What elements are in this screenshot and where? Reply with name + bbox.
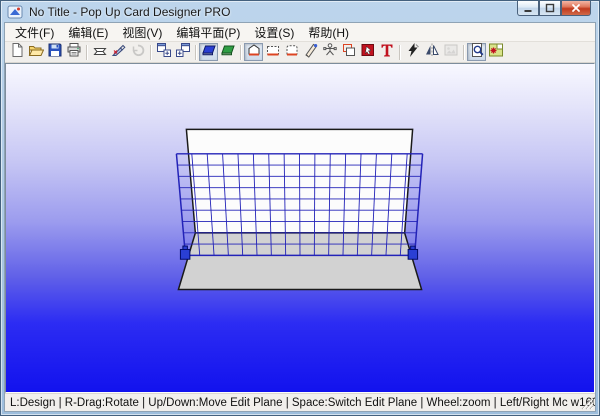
tile-window-a-icon [156, 42, 172, 63]
print-icon [66, 42, 82, 63]
toolbar-button-print[interactable] [64, 42, 83, 63]
open-folder-icon [28, 42, 44, 63]
menu-item-help[interactable]: 帮助(H) [301, 23, 356, 42]
toolbar-separator [463, 44, 464, 60]
pen-tool-icon [303, 42, 319, 63]
toolbar-button-arch-select[interactable] [282, 43, 301, 61]
toolbar-button-tile-window-a[interactable] [154, 42, 173, 63]
titlebar: No Title - Pop Up Card Designer PRO [1, 1, 599, 22]
design-canvas[interactable] [5, 63, 595, 393]
status-text: L:Design | R-Drag:Rotate | Up/Down:Move … [10, 396, 595, 409]
tile-window-b-icon [175, 42, 191, 63]
close-icon [572, 4, 580, 12]
toolbar-button-delete-region[interactable] [358, 43, 377, 61]
toolbar-button-text-tool[interactable] [377, 43, 396, 61]
new-document-icon [9, 42, 25, 63]
toolbar-button-quick-cut[interactable] [403, 42, 422, 63]
toolbar-button-cut-fold[interactable] [109, 43, 128, 61]
toolbar-button-arrange-order[interactable] [339, 43, 358, 61]
texture-icon [488, 42, 504, 63]
minimize-button[interactable] [517, 1, 539, 16]
toolbar-separator [86, 44, 87, 60]
maximize-button[interactable] [539, 1, 561, 16]
toolbar-button-mirror[interactable] [422, 43, 441, 61]
toolbar-button-card-fold[interactable] [90, 43, 109, 61]
menu-item-edit[interactable]: 编辑(E) [61, 23, 115, 42]
fold-handle-left[interactable] [179, 245, 191, 260]
toolbar-button-view-2d[interactable] [218, 43, 237, 61]
toolbar-button-save[interactable] [45, 43, 64, 61]
quick-cut-icon [405, 42, 421, 63]
delete-region-icon [360, 42, 376, 63]
view-2d-icon [220, 42, 236, 63]
client-area: 文件(F) 编辑(E) 视图(V) 编辑平面(P) 设置(S) 帮助(H) L:Desig… [4, 22, 596, 412]
toolbar-button-tile-window-b[interactable] [173, 42, 192, 63]
toolbar-separator [399, 44, 400, 60]
node-edit-icon [322, 42, 338, 63]
toolbar-button-undo[interactable] [128, 43, 147, 61]
toolbar-button-polygon-select[interactable] [244, 43, 263, 61]
menubar: 文件(F) 编辑(E) 视图(V) 编辑平面(P) 设置(S) 帮助(H) [5, 23, 595, 42]
resize-grip[interactable] [581, 397, 594, 410]
app-icon [7, 4, 23, 20]
save-icon [47, 42, 63, 63]
toolbar-button-new[interactable] [7, 42, 26, 63]
rect-select-icon [265, 42, 281, 63]
toolbar-button-open[interactable] [26, 43, 45, 61]
menu-item-settings[interactable]: 设置(S) [247, 23, 301, 42]
view-3d-icon [201, 42, 217, 63]
minimize-icon [524, 10, 532, 12]
toolbar-button-node-edit[interactable] [320, 42, 339, 63]
text-tool-icon [379, 42, 395, 63]
toolbar-button-pen-tool[interactable] [301, 43, 320, 61]
toolbar-separator [195, 44, 196, 60]
toolbar-button-preview[interactable] [467, 42, 486, 63]
menu-item-file[interactable]: 文件(F) [8, 23, 61, 42]
window-controls [517, 1, 591, 16]
image-tool-icon [443, 42, 459, 63]
card-3d-scene [175, 128, 424, 291]
toolbar [5, 42, 595, 63]
polygon-select-icon [246, 42, 262, 63]
close-button[interactable] [561, 1, 591, 16]
maximize-icon [545, 3, 555, 13]
app-window: No Title - Pop Up Card Designer PRO 文件(F… [0, 0, 600, 416]
statusbar: L:Design | R-Drag:Rotate | Up/Down:Move … [5, 393, 595, 411]
window-title: No Title - Pop Up Card Designer PRO [29, 4, 231, 19]
arch-select-icon [284, 42, 300, 63]
toolbar-button-texture[interactable] [486, 43, 505, 61]
toolbar-button-image-tool[interactable] [441, 43, 460, 61]
cut-fold-icon [111, 42, 127, 63]
preview-icon [469, 42, 485, 63]
card-fold-icon [92, 42, 108, 63]
toolbar-separator [150, 44, 151, 60]
mirror-icon [424, 42, 440, 63]
undo-icon [130, 42, 146, 63]
menu-item-view[interactable]: 视图(V) [115, 23, 169, 42]
menu-item-edit-plane[interactable]: 编辑平面(P) [169, 23, 247, 42]
arrange-order-icon [341, 42, 357, 63]
toolbar-button-view-3d[interactable] [199, 43, 218, 61]
toolbar-button-rect-select[interactable] [263, 43, 282, 61]
toolbar-separator [240, 44, 241, 60]
